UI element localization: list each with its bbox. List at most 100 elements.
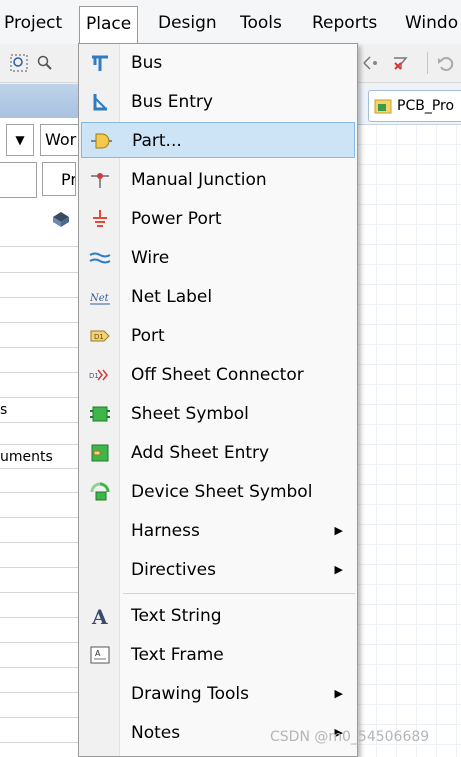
filter-clear-icon[interactable] (392, 54, 410, 72)
menu-item-bus-entry[interactable]: Bus Entry (81, 84, 355, 120)
menu-item-port[interactable]: D1 Port (81, 318, 355, 354)
submenu-arrow-icon: ▶ (334, 524, 343, 537)
row-divider (0, 667, 78, 668)
project-combo[interactable]: Pr (42, 162, 76, 196)
row-divider (0, 567, 78, 568)
schematic-canvas[interactable] (356, 84, 461, 757)
tree-item-text[interactable]: uments (0, 449, 53, 465)
menu-item-label: Drawing Tools (131, 684, 249, 704)
menu-item-drawing-tools[interactable]: Drawing Tools ▶ (81, 676, 355, 712)
zoom-area-icon[interactable] (10, 54, 28, 72)
device-sheet-symbol-icon (90, 482, 110, 501)
menu-item-label: Off Sheet Connector (131, 365, 304, 385)
menu-item-off-sheet-connector[interactable]: D1 Off Sheet Connector (81, 357, 355, 393)
menu-item-text-frame[interactable]: A Text Frame (81, 637, 355, 673)
row-divider (0, 717, 78, 718)
row-divider (0, 692, 78, 693)
tree-item-text[interactable]: s (0, 402, 7, 418)
project-file-icon (374, 99, 392, 114)
menu-design[interactable]: Design (158, 9, 217, 37)
menu-item-net-label[interactable]: Net Net Label (81, 279, 355, 315)
doc-tab-label: PCB_Pro (397, 98, 455, 114)
row-divider (0, 422, 78, 423)
menu-item-part[interactable]: Part... (81, 122, 355, 158)
menu-item-device-sheet-symbol[interactable]: Device Sheet Symbol (81, 474, 355, 510)
svg-text:A: A (91, 606, 108, 626)
menu-item-label: Text Frame (131, 645, 224, 665)
row-divider (0, 444, 78, 445)
menu-reports[interactable]: Reports (312, 9, 377, 37)
menu-item-label: Add Sheet Entry (131, 443, 270, 463)
menu-item-power-port[interactable]: Power Port (81, 201, 355, 237)
menu-place[interactable]: Place (79, 6, 139, 45)
junction-icon (91, 173, 109, 188)
menu-item-label: Device Sheet Symbol (131, 482, 313, 502)
menu-item-label: Directives (131, 560, 216, 580)
menu-item-label: Manual Junction (131, 170, 267, 190)
menu-tools[interactable]: Tools (240, 9, 282, 37)
workspace-dropdown-arrow[interactable]: ▼ (6, 124, 34, 156)
menu-item-label: Harness (131, 521, 200, 541)
place-menu: Bus Bus Entry Part... Manual Junction Po… (78, 43, 358, 757)
power-port-icon (93, 210, 107, 227)
svg-text:Net: Net (89, 293, 110, 304)
menu-item-label: Wire (131, 248, 170, 268)
menu-item-label: Net Label (131, 287, 213, 307)
row-divider (0, 592, 78, 593)
menu-item-label: Bus Entry (131, 92, 213, 112)
menu-item-label: Bus (131, 53, 163, 73)
menu-item-sheet-symbol[interactable]: Sheet Symbol (81, 396, 355, 432)
menu-item-directives[interactable]: Directives ▶ (81, 552, 355, 588)
svg-text:D1: D1 (94, 333, 104, 341)
row-divider (0, 742, 78, 743)
menu-bar: Project Place Design Tools Reports Windo (0, 0, 461, 45)
row-divider (0, 492, 78, 493)
row-divider (0, 542, 78, 543)
menu-separator (123, 593, 355, 594)
toolbar-separator (427, 52, 428, 74)
zoom-icon[interactable] (36, 54, 54, 72)
menu-item-label: Power Port (131, 209, 222, 229)
doc-tab-pcb-project[interactable]: PCB_Pro (368, 90, 461, 122)
wire-icon (89, 252, 111, 264)
menu-item-text-string[interactable]: A Text String (81, 598, 355, 634)
menu-item-bus[interactable]: Bus (81, 45, 355, 81)
port-icon: D1 (90, 330, 110, 342)
row-divider (0, 297, 78, 298)
row-divider (0, 272, 78, 273)
submenu-arrow-icon: ▶ (334, 563, 343, 576)
row-divider (0, 642, 78, 643)
off-sheet-connector-icon: D1 (89, 369, 108, 381)
sheet-entry-icon (91, 444, 109, 462)
document-tab-bar: PCB_Pro (356, 84, 461, 125)
row-divider (0, 322, 78, 323)
bus-entry-icon (93, 94, 107, 111)
row-divider (0, 397, 78, 398)
text-frame-icon: A (90, 646, 110, 664)
menu-item-label: Sheet Symbol (131, 404, 249, 424)
undo-icon[interactable] (436, 54, 454, 72)
menu-item-harness[interactable]: Harness ▶ (81, 513, 355, 549)
net-label-icon: Net (89, 293, 110, 305)
svg-text:D1: D1 (89, 372, 99, 380)
row-divider (0, 517, 78, 518)
row-divider (0, 347, 78, 348)
project-icon[interactable] (50, 208, 72, 230)
menu-item-label: Part... (132, 131, 182, 151)
project-field-left[interactable] (0, 162, 37, 198)
menu-item-add-sheet-entry[interactable]: Add Sheet Entry (81, 435, 355, 471)
menu-project[interactable]: Project (4, 9, 62, 37)
menu-item-manual-junction[interactable]: Manual Junction (81, 162, 355, 198)
sheet-symbol-icon (90, 406, 110, 422)
menu-item-label: Notes (131, 723, 181, 743)
row-divider (0, 372, 78, 373)
watermark: CSDN @m0_54506689 (270, 729, 430, 745)
menu-item-label: Text String (131, 606, 222, 626)
workspace-combo[interactable]: Wor (40, 124, 82, 156)
row-divider (0, 246, 78, 247)
menu-window[interactable]: Windo (405, 9, 458, 37)
menu-item-wire[interactable]: Wire (81, 240, 355, 276)
submenu-arrow-icon: ▶ (334, 687, 343, 700)
select-icon[interactable] (362, 54, 380, 72)
row-divider (0, 468, 78, 469)
